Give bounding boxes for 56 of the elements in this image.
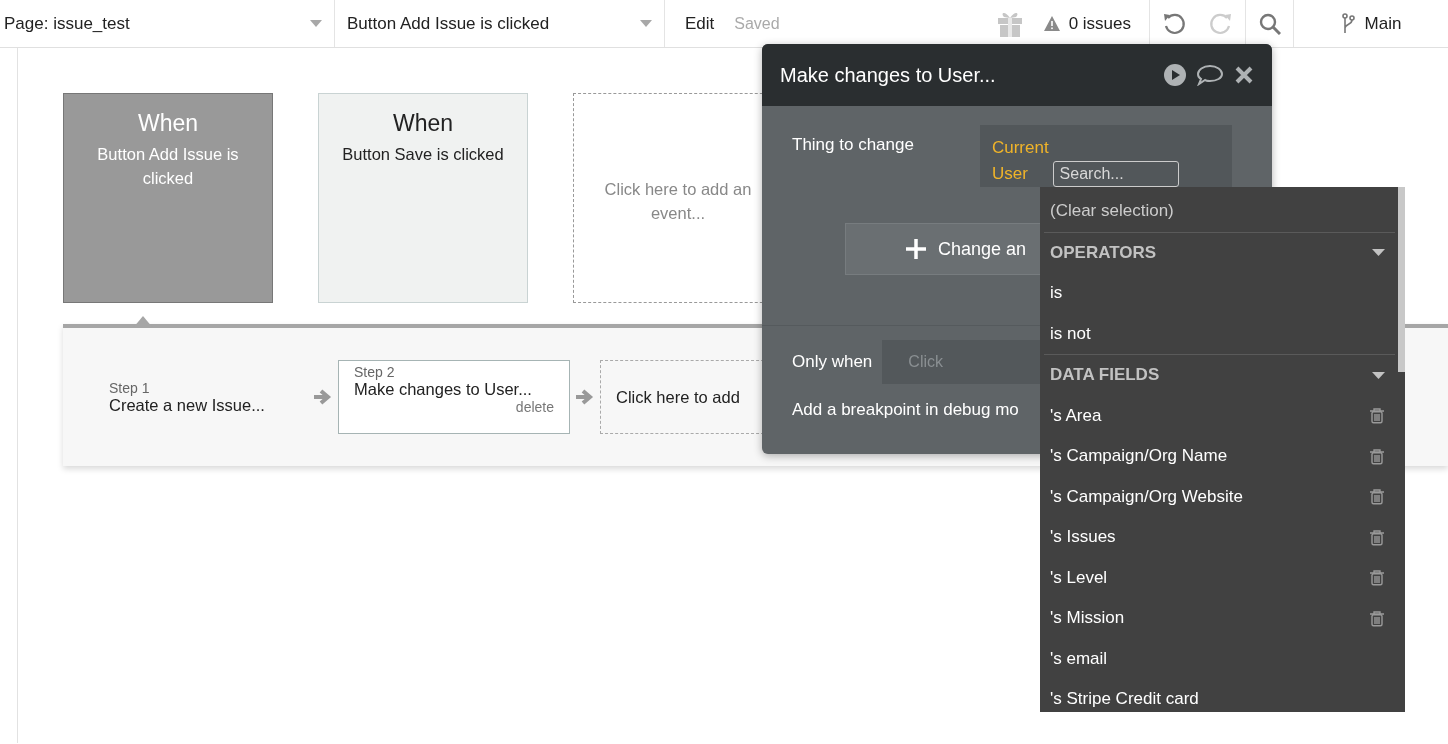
step-card[interactable]: Step 2 Make changes to User... delete [338,360,570,434]
page-selector[interactable]: Page: issue_test [4,13,130,34]
event-heading: When [137,110,199,137]
dropdown-option[interactable]: 's Campaign/Org Website [1050,486,1243,507]
close-icon[interactable] [1234,65,1254,85]
field-label: Thing to change [792,134,914,156]
clear-selection-option[interactable]: (Clear selection) [1044,191,1395,233]
branch-button[interactable]: Main [1294,0,1448,47]
save-status: Saved [734,14,780,33]
workflow-selector[interactable]: Button Add Issue is clicked [347,13,550,34]
dropdown-option[interactable]: 's Level [1050,567,1108,588]
event-label: Button Add Issue is clicked [96,144,240,189]
branch-icon [1340,13,1355,34]
section-header[interactable]: DATA FIELDS [1044,354,1395,396]
caret-icon[interactable] [1372,371,1385,379]
undo-icon[interactable] [1161,11,1186,36]
step-number: Step 1 [109,379,151,396]
trash-icon[interactable] [1369,407,1385,425]
event-card[interactable]: When Button Save is clicked [318,93,528,303]
scrollbar[interactable] [1398,187,1405,372]
dropdown-option[interactable]: 's Area [1050,405,1102,426]
event-label: Button Save is clicked [342,144,504,165]
search-field[interactable]: Search... [1052,161,1179,187]
search-icon[interactable] [1258,12,1281,35]
dropdown-option[interactable]: 's Campaign/Org Name [1050,446,1228,467]
popup-title: Make changes to User... [780,63,997,87]
thing-field[interactable]: Current User Search... [979,125,1232,187]
trash-icon[interactable] [1369,488,1385,506]
dropdown-option[interactable]: 's Stripe Credit card [1050,689,1199,710]
delete-link[interactable]: delete [515,399,554,415]
thing-value: Current User [991,137,1049,185]
comment-icon[interactable] [1196,64,1224,86]
dropdown-option[interactable]: is not [1050,323,1091,344]
dropdown-option[interactable]: 's Mission [1050,608,1125,629]
trash-icon[interactable] [1369,447,1385,465]
edit-menu[interactable]: Edit [685,13,715,34]
play-icon[interactable] [1164,64,1186,86]
warning-icon [1042,15,1061,32]
arrow-icon [576,389,594,405]
add-step-text: Click here to add [616,387,741,407]
trash-icon[interactable] [1369,528,1385,546]
dropdown-option[interactable]: 's email [1050,648,1108,669]
event-heading: When [392,110,454,137]
dropdown-option[interactable]: 's Issues [1050,527,1116,548]
plus-icon [906,239,926,259]
caret-icon[interactable] [1372,249,1385,257]
step-number: Step 2 [354,364,396,380]
step-label: Make changes to User... [354,380,533,399]
add-event-text: Click here to add an event... [603,178,753,224]
dropdown-option[interactable]: is [1050,283,1063,304]
issues-button[interactable]: 0 issues [1042,13,1131,34]
step-label: Create a new Issue... [109,395,266,415]
trash-icon[interactable] [1369,609,1385,627]
trash-icon[interactable] [1369,569,1385,587]
step-card[interactable]: Step 1 Create a new Issue... [93,360,308,434]
arrow-icon [314,389,332,405]
